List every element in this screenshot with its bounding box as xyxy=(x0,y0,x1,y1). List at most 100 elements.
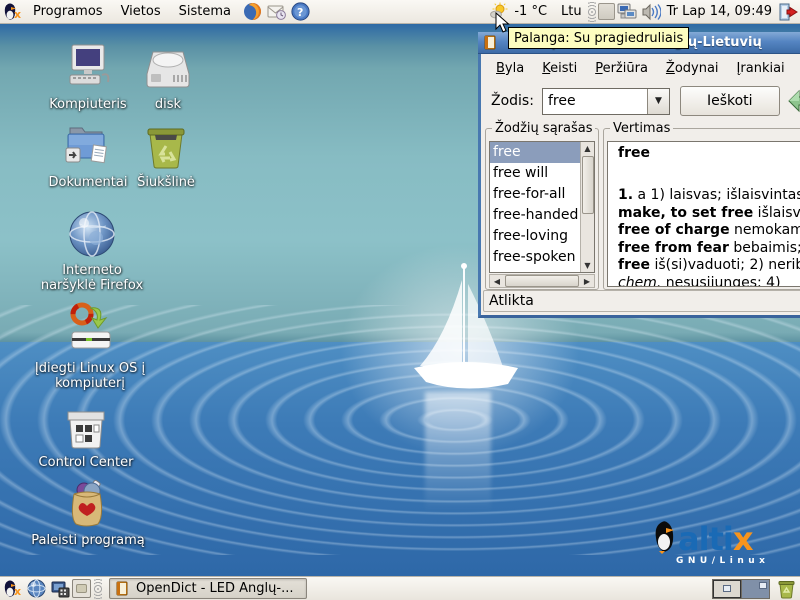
translation-line: free of charge nemokama xyxy=(618,222,800,240)
menu-view[interactable]: Peržiūra xyxy=(586,57,657,80)
desktop-screen: altix GNU/Linux Kompiuteris xyxy=(0,0,800,600)
search-input[interactable]: free xyxy=(543,89,647,114)
wordlist-frame: Žodžių sąrašas free free will free-for-a… xyxy=(485,128,599,290)
dictionary-book-icon xyxy=(483,35,498,50)
disk-drive-icon xyxy=(110,44,226,94)
translation-title: Vertimas xyxy=(610,121,673,136)
desktop-icon-label: Control Center xyxy=(28,455,144,470)
run-program-icon xyxy=(30,478,146,530)
desktop-icon-label: Interneto naršyklė Firefox xyxy=(34,263,150,293)
desktop-icon-label: Įdiegti Linux OS į kompiuterį xyxy=(32,361,148,391)
translation-view[interactable]: free 1. a 1) laisvas; išlaisvintas; t ma… xyxy=(607,141,800,287)
wordlist-item[interactable]: free-for-all xyxy=(490,184,580,205)
scrollbar-thumb[interactable] xyxy=(505,275,579,287)
control-center-icon xyxy=(28,408,144,452)
desktop-icon-label: Paleisti programą xyxy=(30,533,146,548)
install-os-icon xyxy=(32,302,148,358)
desktop-icon-firefox[interactable]: Interneto naršyklė Firefox xyxy=(34,208,150,293)
tray-app-icon[interactable] xyxy=(598,3,615,20)
search-button[interactable]: Ieškoti xyxy=(680,86,780,116)
baltix-subtext: GNU/Linux xyxy=(676,556,800,566)
combo-dropdown-button[interactable]: ▼ xyxy=(647,89,669,114)
desktop-icon-label: Šiukšlinė xyxy=(108,175,224,190)
desktop-icon-control-center[interactable]: Control Center xyxy=(28,408,144,470)
translation-line: free from fear bebaimis; t xyxy=(618,240,800,258)
wordlist-item[interactable]: free will xyxy=(490,163,580,184)
panel-drag-handle[interactable] xyxy=(94,579,102,599)
wordlist-item[interactable]: free-spoken xyxy=(490,247,580,268)
translation-frame: Vertimas free 1. a 1) laisvas; išlaisvin… xyxy=(603,128,800,290)
menu-programs[interactable]: Programos xyxy=(24,0,112,24)
wordlist-title: Žodžių sąrašas xyxy=(492,121,595,136)
svg-text:x: x xyxy=(14,585,21,598)
multimedia-icon[interactable] xyxy=(50,579,70,599)
network-computers-icon[interactable] xyxy=(617,2,637,22)
workspace-2[interactable] xyxy=(741,580,769,598)
web-globe-icon[interactable] xyxy=(26,579,46,599)
svg-text:x: x xyxy=(14,8,21,21)
window-menubar: Byla Keisti Peržiūra Žodynai Įrankiai Pa… xyxy=(481,54,800,82)
menu-system[interactable]: Sistema xyxy=(170,0,240,24)
wordlist-vertical-scrollbar[interactable]: ▲ ▼ xyxy=(580,142,594,272)
mail-launcher-icon[interactable] xyxy=(266,2,286,22)
menu-file[interactable]: Byla xyxy=(487,57,533,80)
weather-temperature[interactable]: -1 °C xyxy=(514,4,547,19)
scrollbar-thumb[interactable] xyxy=(582,156,594,214)
baltix-penguin-icon xyxy=(652,520,678,554)
taskbar-window-button[interactable]: OpenDict - LED Anglų-... xyxy=(109,578,307,599)
workspace-1[interactable] xyxy=(713,580,741,598)
panel-drag-handle[interactable] xyxy=(588,2,596,22)
baltix-logo-x: x xyxy=(733,524,754,554)
scroll-up-icon[interactable]: ▲ xyxy=(581,142,595,155)
bottom-panel: x Open xyxy=(0,576,800,600)
desktop-icon-run-program[interactable]: Paleisti programą xyxy=(30,478,146,548)
desktop-icon-disk[interactable]: disk xyxy=(110,44,226,112)
desktop-icon-install-linux[interactable]: Įdiegti Linux OS į kompiuterį xyxy=(32,302,148,391)
weather-tooltip: Palanga: Su pragiedruliais xyxy=(508,27,689,49)
baltix-taskbar-icon[interactable]: x xyxy=(2,579,22,599)
menu-dictionaries[interactable]: Žodynai xyxy=(657,57,728,80)
help-launcher-icon[interactable]: ? xyxy=(290,2,310,22)
menu-tools[interactable]: Įrankiai xyxy=(728,57,794,80)
scroll-left-icon[interactable]: ◀ xyxy=(490,275,504,288)
translation-line: chem. nesusijungęs; 4) xyxy=(618,275,800,288)
wordlist-item-selected[interactable]: free xyxy=(490,142,580,163)
svg-text:?: ? xyxy=(297,6,303,19)
translation-line: 1. a 1) laisvas; išlaisvintas; t xyxy=(618,187,800,205)
baltix-logo: altix GNU/Linux xyxy=(652,520,800,566)
logout-icon[interactable] xyxy=(778,2,798,22)
back-arrow-icon[interactable] xyxy=(787,89,800,113)
wordlist-horizontal-scrollbar[interactable]: ◀ ▶ xyxy=(489,274,595,288)
menu-help[interactable]: Pagalba xyxy=(794,57,800,80)
boat-reflection xyxy=(425,392,491,512)
opendict-window: OpenDict - LED Anglų-Lietuvių Byla Keist… xyxy=(478,32,800,318)
workspace-switcher xyxy=(712,579,770,599)
menu-edit[interactable]: Keisti xyxy=(533,57,586,80)
search-combobox: free ▼ xyxy=(542,88,670,115)
status-text: Atlikta xyxy=(489,293,534,309)
wordlist: free free will free-for-all free-handed … xyxy=(489,141,595,273)
taskbar-window-label: OpenDict - LED Anglų-... xyxy=(136,581,293,596)
menu-places[interactable]: Vietos xyxy=(112,0,170,24)
show-desktop-button[interactable] xyxy=(72,579,91,598)
mouse-cursor xyxy=(495,12,511,34)
trash-applet-icon[interactable] xyxy=(776,579,796,599)
desktop-icon-label: disk xyxy=(110,97,226,112)
firefox-launcher-icon[interactable] xyxy=(242,2,262,22)
baltix-logo-text: alti xyxy=(678,524,733,554)
search-row: Žodis: free ▼ Ieškoti xyxy=(481,82,800,120)
keyboard-layout-indicator[interactable]: Ltu xyxy=(561,4,582,19)
globe-browser-icon xyxy=(34,208,150,260)
clock[interactable]: Tr Lap 14, 09:49 xyxy=(667,4,772,19)
window-statusbar: Atlikta xyxy=(483,290,800,312)
volume-icon[interactable] xyxy=(641,2,661,22)
scroll-right-icon[interactable]: ▶ xyxy=(580,275,594,288)
translation-headword: free xyxy=(618,145,800,161)
wordlist-item[interactable]: free-loving xyxy=(490,226,580,247)
scroll-down-icon[interactable]: ▼ xyxy=(581,259,595,272)
translation-line: free iš(si)vaduoti; 2) neribot xyxy=(618,257,800,275)
baltix-menu-icon[interactable]: x xyxy=(2,2,22,22)
top-panel: x Programos Vietos Sistema xyxy=(0,0,800,24)
wordlist-item[interactable]: free-handed xyxy=(490,205,580,226)
desktop-icon-trash[interactable]: Šiukšlinė xyxy=(108,122,224,190)
